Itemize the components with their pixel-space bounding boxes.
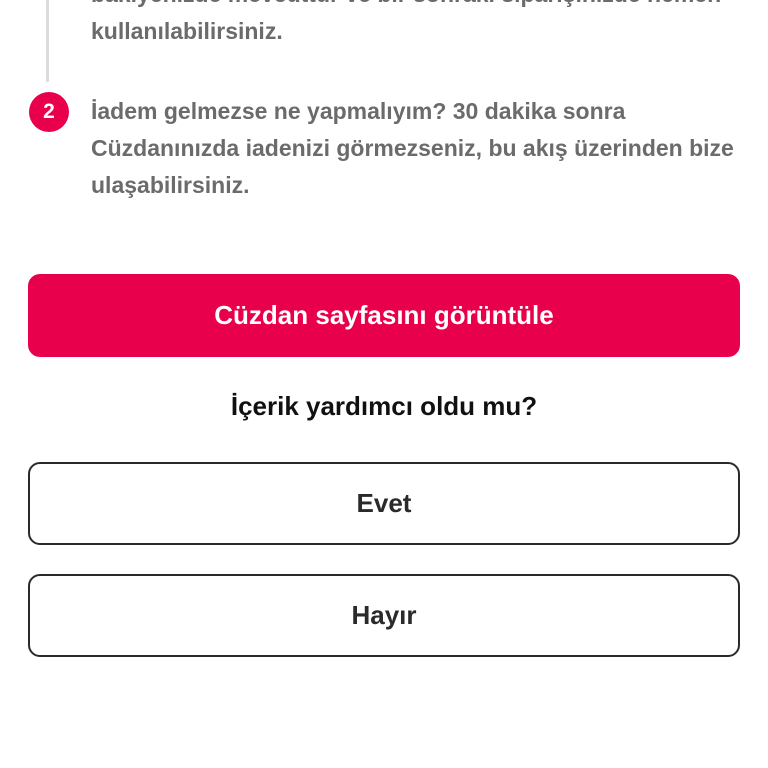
step-1-text: bakiyenizde mevcuttur ve bir sonraki sip… bbox=[91, 0, 721, 44]
timeline-connector bbox=[46, 0, 49, 82]
feedback-question: İçerik yardımcı oldu mu? bbox=[230, 391, 538, 421]
help-article-page: bakiyenizde mevcuttur ve bir sonraki sip… bbox=[0, 0, 768, 768]
step-2-number-badge: 2 bbox=[29, 92, 69, 132]
view-wallet-button[interactable]: Cüzdan sayfasını görüntüle bbox=[28, 274, 740, 357]
feedback-yes-button[interactable]: Evet bbox=[28, 462, 740, 545]
step-2-text: İadem gelmezse ne yapmalıyım? 30 dakika … bbox=[91, 98, 734, 198]
feedback-no-button[interactable]: Hayır bbox=[28, 574, 740, 657]
